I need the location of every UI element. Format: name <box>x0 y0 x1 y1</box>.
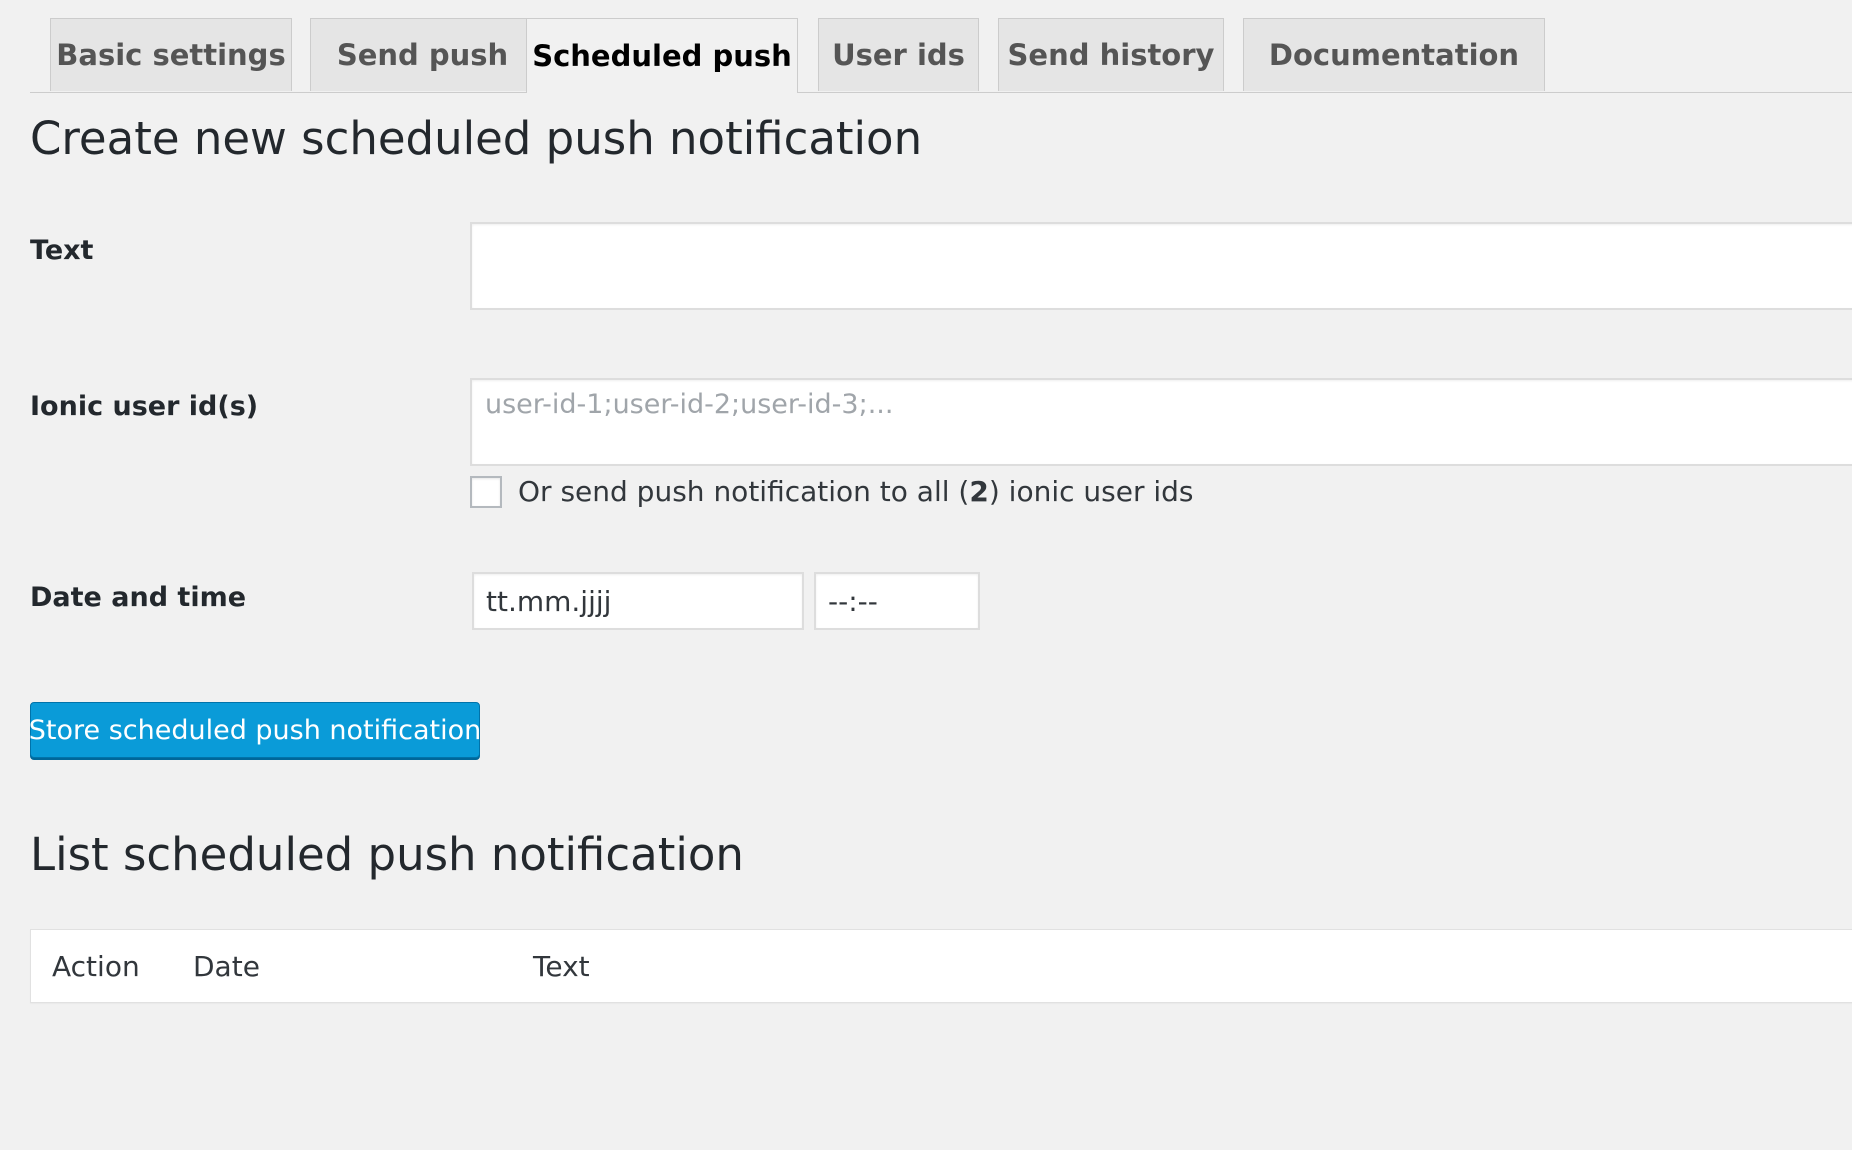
column-header-text[interactable]: Text <box>533 930 590 1002</box>
tab-send-history[interactable]: Send history <box>998 18 1224 91</box>
user-id-count: 2 <box>969 475 989 508</box>
send-to-all-row: Or send push notification to all (2) ion… <box>470 475 1194 508</box>
send-to-all-label-prefix: Or send push notification to all ( <box>518 475 970 508</box>
text-input[interactable] <box>470 222 1852 310</box>
user-ids-input[interactable] <box>470 378 1852 466</box>
send-to-all-label-suffix: ) ionic user ids <box>988 475 1194 508</box>
tab-scheduled-push[interactable]: Scheduled push <box>526 18 798 93</box>
datetime-field-label: Date and time <box>30 582 247 613</box>
date-input[interactable]: tt.mm.jjjj <box>472 572 804 630</box>
store-scheduled-push-button[interactable]: Store scheduled push notification <box>29 702 481 758</box>
tab-documentation[interactable]: Documentation <box>1243 18 1545 91</box>
text-field-label: Text <box>30 235 94 266</box>
scheduled-push-table: Action Date Text <box>30 929 1852 1003</box>
tab-basic-settings[interactable]: Basic settings <box>50 18 292 91</box>
column-header-action[interactable]: Action <box>52 930 140 1002</box>
column-header-date[interactable]: Date <box>193 930 260 1002</box>
nav-tab-bar: Basic settings Send push Scheduled push … <box>30 18 1852 93</box>
list-section-title: List scheduled push notification <box>30 828 744 881</box>
send-to-all-label: Or send push notification to all (2) ion… <box>518 475 1194 508</box>
send-to-all-checkbox[interactable] <box>470 475 502 508</box>
user-ids-field-label: Ionic user id(s) <box>30 391 259 422</box>
create-section-title: Create new scheduled push notification <box>30 112 923 165</box>
time-input[interactable]: --:-- <box>814 572 980 630</box>
tab-user-ids[interactable]: User ids <box>818 18 979 91</box>
tab-send-push[interactable]: Send push <box>310 18 535 91</box>
